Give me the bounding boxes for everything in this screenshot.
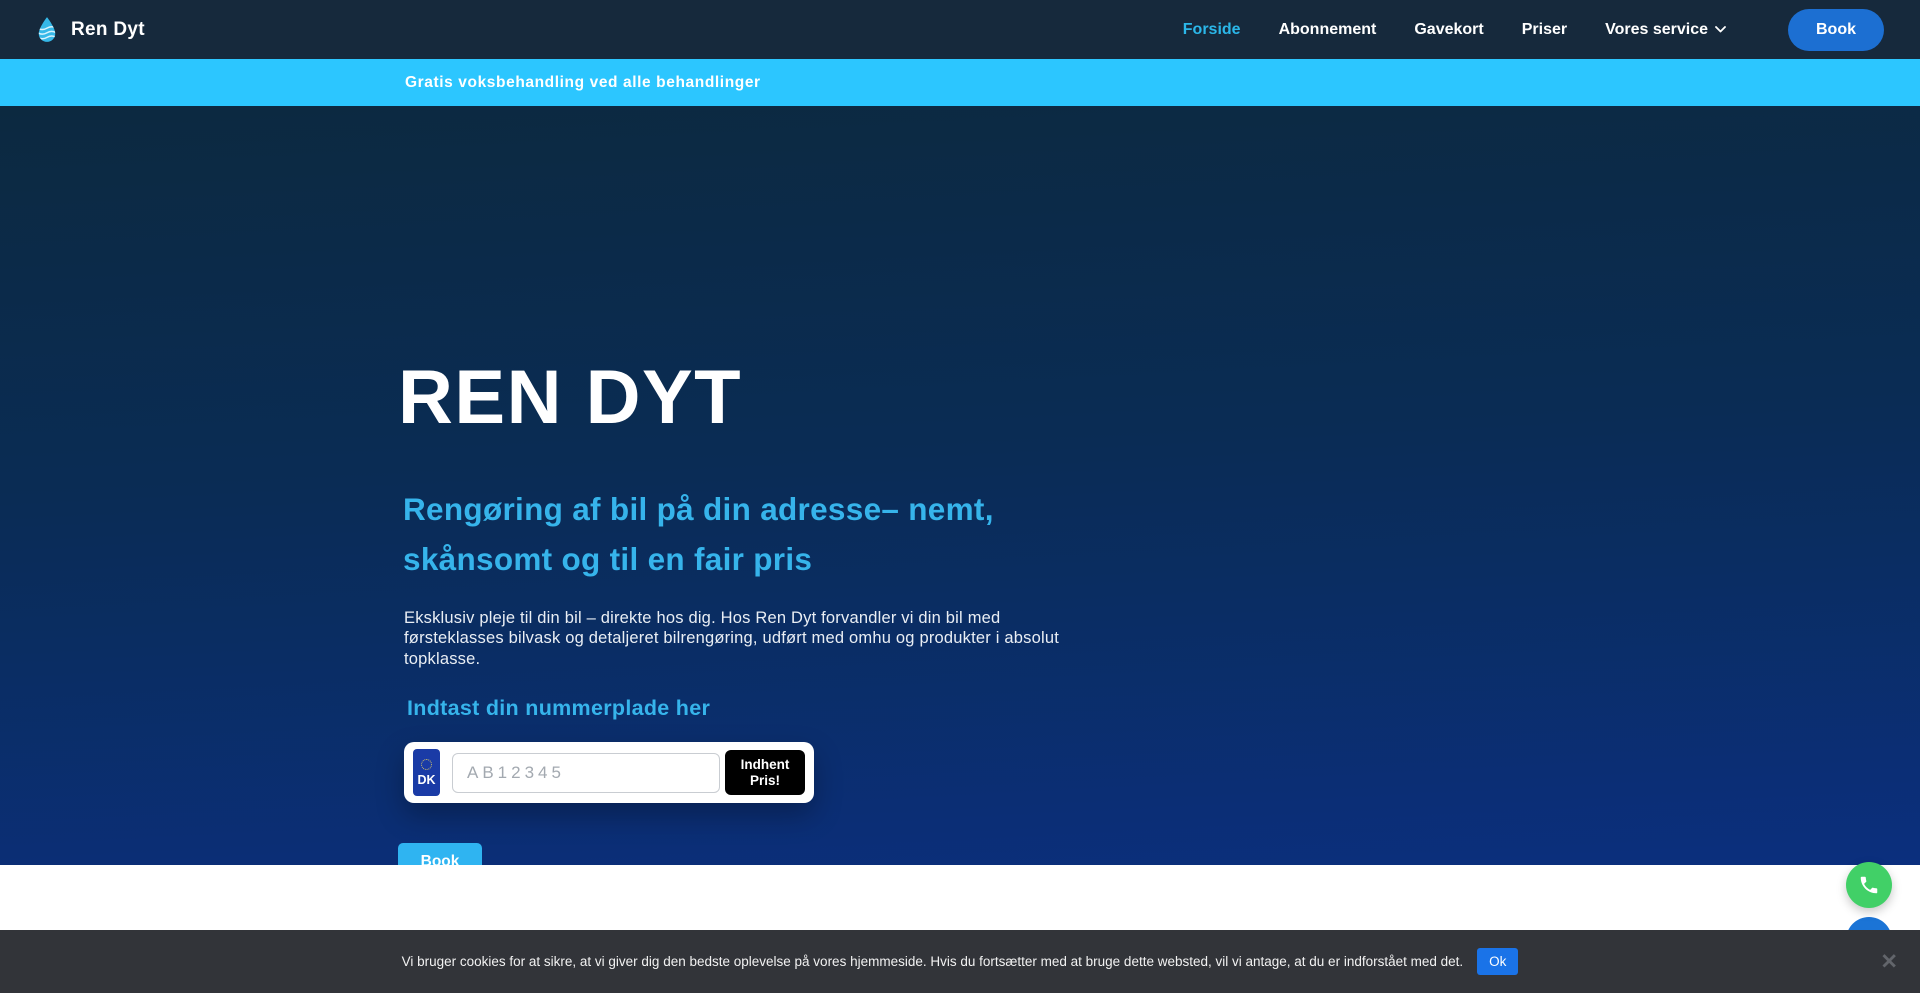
main-nav: Forside Abonnement Gavekort Priser Vores… (1183, 9, 1884, 51)
promo-banner: Gratis voksbehandling ved alle behandlin… (0, 59, 1920, 106)
hero-subtitle: Rengøring af bil på din adresse– nemt, s… (403, 484, 994, 584)
plate-input[interactable] (452, 753, 720, 793)
water-drop-logo-icon (36, 16, 58, 44)
hero-title: REN DYT (398, 354, 742, 441)
hero-subtitle-line2: skånsomt og til en fair pris (403, 541, 812, 577)
plate-country-code: DK (417, 773, 435, 787)
phone-fab-button[interactable] (1846, 862, 1892, 908)
phone-icon (1858, 874, 1880, 896)
promo-banner-text: Gratis voksbehandling ved alle behandlin… (405, 59, 761, 106)
hero-subtitle-line1: Rengøring af bil på din adresse– nemt, (403, 491, 994, 527)
nav-item-forside[interactable]: Forside (1183, 21, 1241, 39)
hero-section: REN DYT Rengøring af bil på din adresse–… (0, 106, 1920, 865)
nav-item-gavekort[interactable]: Gavekort (1414, 21, 1483, 39)
hero-description: Eksklusiv pleje til din bil – direkte ho… (404, 608, 1062, 669)
cookie-message: Vi bruger cookies for at sikre, at vi gi… (402, 954, 1464, 969)
page: Ren Dyt Forside Abonnement Gavekort Pris… (0, 0, 1920, 993)
nav-item-priser[interactable]: Priser (1522, 21, 1567, 39)
chevron-down-icon (1715, 26, 1726, 33)
nav-item-vores-service[interactable]: Vores service (1605, 21, 1726, 39)
get-price-button[interactable]: Indhent Pris! (725, 750, 805, 795)
cookie-ok-button[interactable]: Ok (1477, 948, 1518, 975)
plate-label: Indtast din nummerplade her (407, 696, 710, 721)
license-plate-widget: DK Indhent Pris! (404, 742, 814, 803)
get-price-button-line2: Pris! (750, 773, 780, 789)
eu-stars-icon (421, 759, 432, 770)
plate-country-badge: DK (413, 749, 440, 796)
brand[interactable]: Ren Dyt (36, 16, 145, 44)
brand-name: Ren Dyt (71, 19, 145, 41)
get-price-button-line1: Indhent (741, 757, 790, 773)
top-nav: Ren Dyt Forside Abonnement Gavekort Pris… (0, 0, 1920, 59)
nav-item-abonnement[interactable]: Abonnement (1279, 21, 1377, 39)
nav-item-vores-service-label: Vores service (1605, 21, 1708, 39)
nav-book-button[interactable]: Book (1788, 9, 1884, 51)
close-icon[interactable]: ✕ (1880, 951, 1898, 972)
cookie-banner: Vi bruger cookies for at sikre, at vi gi… (0, 930, 1920, 993)
